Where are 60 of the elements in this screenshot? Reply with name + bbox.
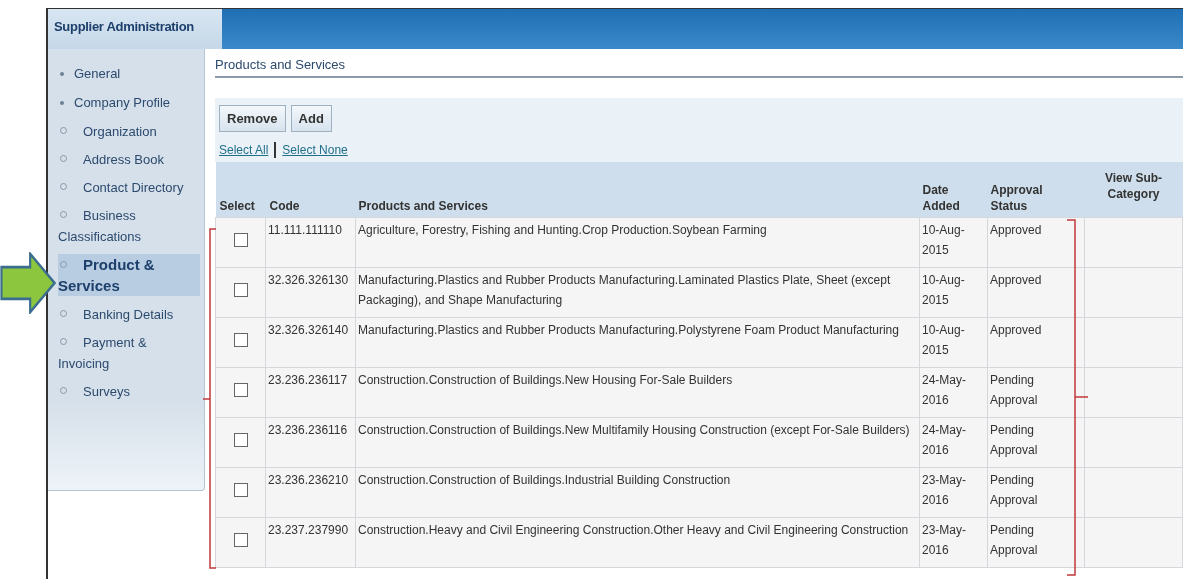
- date-cell: 24-May-2016: [919, 417, 988, 468]
- status-cell: Approved: [987, 267, 1085, 318]
- row-checkbox[interactable]: [233, 532, 248, 547]
- arrow-icon: [0, 252, 56, 314]
- date-cell: 23-May-2016: [919, 467, 988, 518]
- date-cell: 24-May-2016: [919, 367, 988, 418]
- sidebar-item[interactable]: Payment & Invoicing: [58, 332, 200, 374]
- column-header: Select: [215, 162, 266, 218]
- status-cell: Approved: [987, 217, 1085, 268]
- row-checkbox[interactable]: [233, 282, 248, 297]
- code-cell: 11.111.111110: [265, 217, 356, 268]
- status-cell: Pending Approval: [987, 417, 1085, 468]
- sidebar-item[interactable]: Organization: [58, 121, 157, 142]
- column-header: Products and Services: [355, 162, 920, 218]
- code-cell: 32.326.326140: [265, 317, 356, 368]
- sidebar-item[interactable]: Contact Directory: [58, 177, 184, 198]
- code-cell: 23.236.236116: [265, 417, 356, 468]
- header-tab[interactable]: Supplier Administration: [48, 9, 222, 49]
- sidebar-item[interactable]: Address Book: [58, 149, 164, 170]
- product-cell: Construction.Construction of Buildings.Industrial Building Construction: [355, 467, 920, 518]
- column-header: Approval Status: [987, 162, 1085, 218]
- bullet-icon: [60, 71, 64, 76]
- bullet-icon: [60, 100, 64, 105]
- product-cell: Agriculture, Forestry, Fishing and Hunting.Crop Production.Soybean Farming: [355, 217, 920, 268]
- sidebar-item[interactable]: Company Profile: [74, 92, 171, 113]
- column-header: Date Added: [919, 162, 988, 218]
- product-cell: Construction.Heavy and Civil Engineering Construction.Other Heavy and Civil Engineering Construction: [355, 517, 920, 568]
- section-title: Products and Services: [215, 57, 1183, 78]
- date-cell: 10-Aug-2015: [919, 267, 988, 318]
- date-cell: 10-Aug-2015: [919, 217, 988, 268]
- select-link[interactable]: Select All: [219, 143, 269, 157]
- code-cell: 23.236.236210: [265, 467, 356, 518]
- status-cell: Pending Approval: [987, 517, 1085, 568]
- row-checkbox[interactable]: [233, 332, 248, 347]
- row-checkbox[interactable]: [233, 382, 248, 397]
- date-cell: 10-Aug-2015: [919, 317, 988, 368]
- select-link[interactable]: Select None: [282, 143, 348, 157]
- column-header: Code: [265, 162, 356, 218]
- row-checkbox[interactable]: [233, 232, 248, 247]
- sidebar-item[interactable]: Product & Services: [58, 254, 200, 296]
- status-cell: Approved: [987, 317, 1085, 368]
- product-cell: Manufacturing.Plastics and Rubber Products Manufacturing.Polystyrene Foam Product Manufacturing: [355, 317, 920, 368]
- toolbar-button[interactable]: Remove: [219, 104, 286, 132]
- sidebar-item[interactable]: Surveys: [58, 381, 130, 402]
- sidebar-item[interactable]: General: [74, 63, 121, 84]
- sidebar-item[interactable]: Banking Details: [58, 304, 174, 325]
- status-cell: Pending Approval: [987, 467, 1085, 518]
- sidebar-item[interactable]: Business Classifications: [58, 205, 200, 247]
- toolbar-button[interactable]: Add: [290, 104, 332, 132]
- row-checkbox[interactable]: [233, 432, 248, 447]
- code-cell: 23.236.236117: [265, 367, 356, 418]
- date-cell: 23-May-2016: [919, 517, 988, 568]
- product-cell: Construction.Construction of Buildings.New Housing For-Sale Builders: [355, 367, 920, 418]
- column-header: View Sub-Category: [1084, 162, 1183, 218]
- product-cell: Construction.Construction of Buildings.New Multifamily Housing Construction (except For-Sale Builders): [355, 417, 920, 468]
- product-cell: Manufacturing.Plastics and Rubber Products Manufacturing.Laminated Plastics Plate, Sheet (except Packaging), and Shape Manufacturing: [355, 267, 920, 318]
- row-checkbox[interactable]: [233, 482, 248, 497]
- code-cell: 32.326.326130: [265, 267, 356, 318]
- status-cell: Pending Approval: [987, 367, 1085, 418]
- code-cell: 23.237.237990: [265, 517, 356, 568]
